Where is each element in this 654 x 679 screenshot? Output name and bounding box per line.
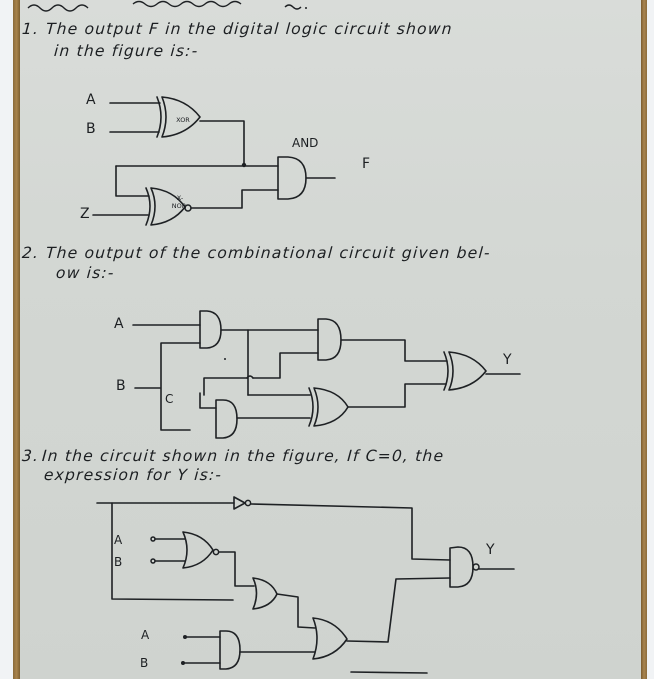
c3-nor-gate [182,531,214,569]
c3-wire-not-out [250,503,451,561]
c3-or1-gate [252,577,278,610]
c3-wire-bus [111,502,234,601]
c3-underline [350,671,428,674]
notebook-page: 1. The output F in the digital logic cir… [20,0,641,679]
c3-wire-or2-out [346,577,451,643]
c3-not-gate [233,496,246,510]
circuit-3-wiring [96,496,515,674]
c3-wire-or1-out [276,593,316,629]
c3-and-gate [219,630,241,670]
c3-nand-gate [449,546,474,588]
c3-or2-gate [312,617,348,660]
page-binding-left [13,0,20,679]
c3-wire-nor-out [218,551,255,587]
page-binding-right [641,0,647,679]
